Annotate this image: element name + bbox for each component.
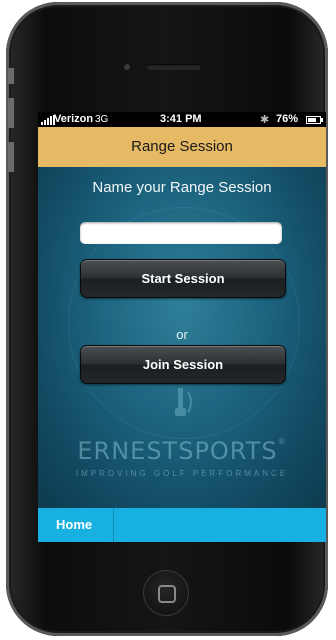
or-divider-label: or [176,327,188,342]
battery-percent: 76% [276,113,299,125]
carrier-name: Verizon [54,113,94,125]
registered-mark: ® [277,437,287,446]
volume-down-button [8,142,14,172]
network-type: 3G [95,114,109,125]
logo-text: ERNESTSPORTS [77,437,278,465]
signal-strength-icon [41,115,55,125]
golf-club-icon [175,388,192,416]
app-screen: Verizon 3G 3:41 PM ✱ 76% Range Session N… [38,112,326,542]
status-time: 3:41 PM [160,113,202,125]
ernestsports-logo: ERNESTSPORTS® [38,437,326,465]
home-square-icon [158,585,176,603]
main-content: Name your Range Session Start Session or… [38,167,326,508]
front-camera [124,64,130,70]
page-title: Range Session [131,138,233,155]
tab-bar: Home [38,508,326,542]
battery-fill [308,118,316,122]
logo-tagline: IMPROVING GOLF PERFORMANCE [75,469,289,478]
session-name-input[interactable] [80,222,282,244]
bluetooth-icon: ✱ [260,114,270,126]
mute-switch [8,68,14,84]
battery-icon [306,116,323,124]
tab-home-label: Home [56,517,93,532]
join-session-button[interactable]: Join Session [80,345,286,384]
status-bar: Verizon 3G 3:41 PM ✱ 76% [38,112,326,127]
nav-bar: Range Session [38,127,326,167]
start-session-button[interactable]: Start Session [80,259,286,298]
earpiece-speaker [147,64,201,70]
device-home-button[interactable] [143,570,189,616]
session-name-prompt: Name your Range Session [92,179,272,196]
volume-up-button [8,98,14,128]
tab-home[interactable]: Home [38,508,114,542]
